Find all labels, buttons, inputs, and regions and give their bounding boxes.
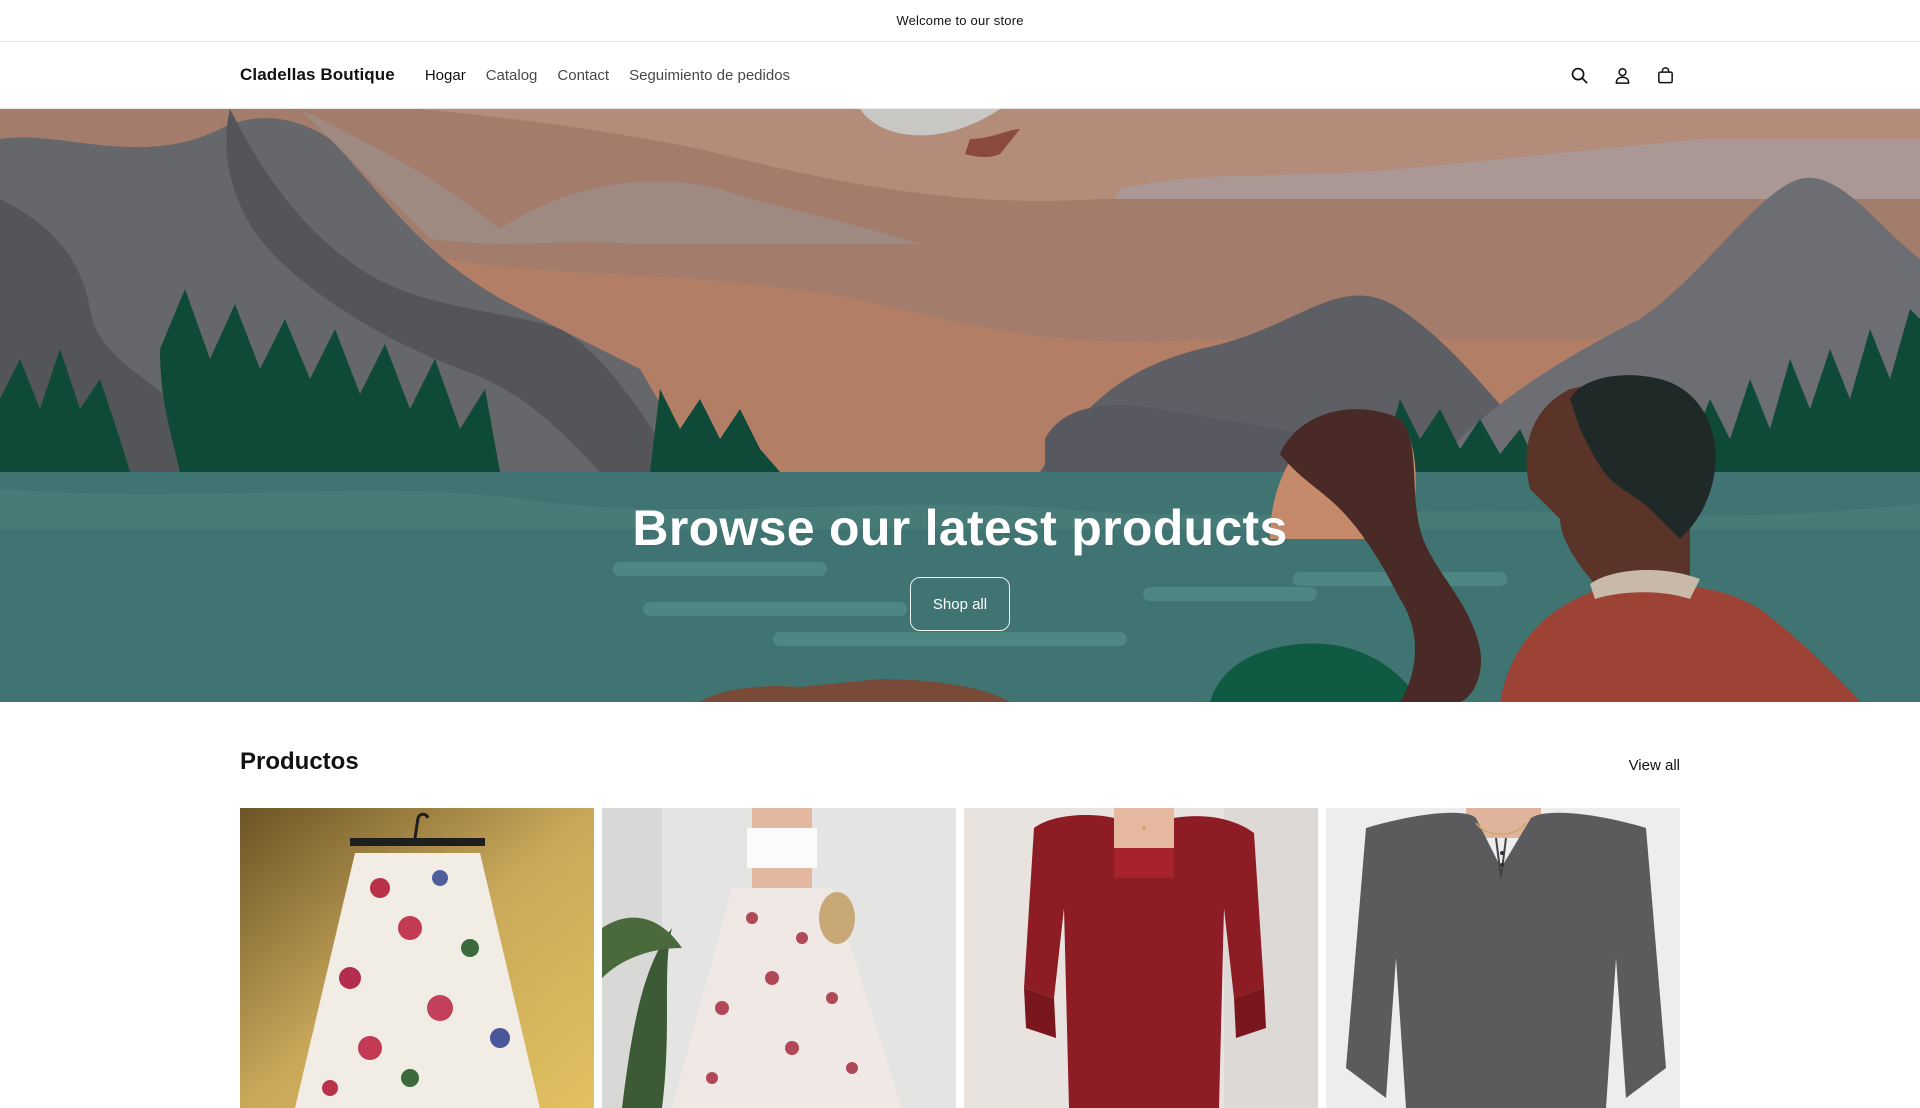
hero-banner: Browse our latest products Shop all — [0, 109, 1920, 702]
product-image — [240, 808, 594, 1108]
products-section: Productos View all — [240, 702, 1680, 1108]
product-card-floral-skirt[interactable] — [240, 808, 594, 1108]
announcement-text: Welcome to our store — [896, 13, 1024, 28]
nav-link-contact[interactable]: Contact — [547, 67, 619, 84]
account-icon[interactable] — [1610, 63, 1635, 88]
shop-all-button[interactable]: Shop all — [910, 577, 1010, 631]
product-image — [1326, 808, 1680, 1108]
product-image — [602, 808, 956, 1108]
header-icons — [1567, 63, 1680, 88]
products-title: Productos — [240, 748, 359, 775]
site-header: Cladellas Boutique Hogar Catalog Contact… — [0, 42, 1920, 109]
nav-link-catalog[interactable]: Catalog — [476, 67, 548, 84]
announcement-bar: Welcome to our store — [0, 0, 1920, 42]
nav-link-hogar[interactable]: Hogar — [415, 67, 476, 84]
store-logo[interactable]: Cladellas Boutique — [240, 65, 395, 85]
nav-link-order-tracking[interactable]: Seguimiento de pedidos — [619, 67, 800, 84]
product-card-floral-maxi-skirt[interactable] — [602, 808, 956, 1108]
product-image — [964, 808, 1318, 1108]
search-icon[interactable] — [1567, 63, 1592, 88]
product-grid — [240, 808, 1680, 1108]
view-all-link[interactable]: View all — [1629, 757, 1680, 774]
cart-icon[interactable] — [1653, 63, 1678, 88]
product-card-red-dress[interactable] — [964, 808, 1318, 1108]
hero-title: Browse our latest products — [632, 500, 1288, 556]
product-card-grey-henley[interactable] — [1326, 808, 1680, 1108]
main-nav: Hogar Catalog Contact Seguimiento de ped… — [415, 67, 800, 84]
